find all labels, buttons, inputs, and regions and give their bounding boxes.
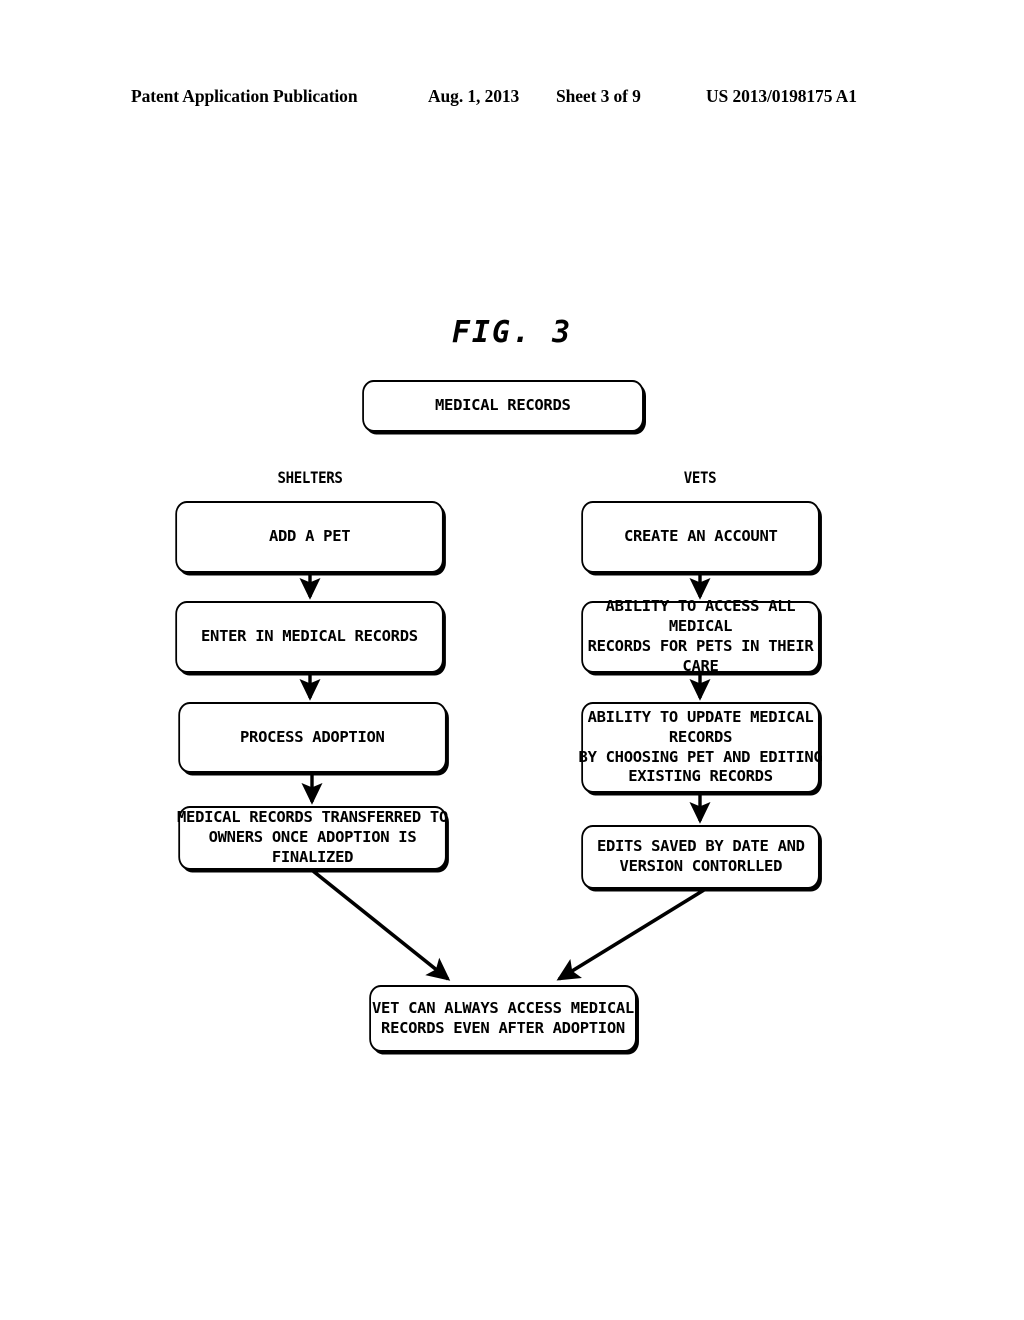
column-caption-vets: VETS: [683, 468, 717, 487]
node-ability-to-update-records[interactable]: ABILITY TO UPDATE MEDICAL RECORDS BY CHO…: [579, 702, 823, 793]
node-ability-to-access-records[interactable]: ABILITY TO ACCESS ALL MEDICAL RECORDS FO…: [581, 597, 820, 675]
node-process-adoption[interactable]: PROCESS ADOPTION: [178, 702, 447, 773]
node-label: ADD A PET: [268, 527, 351, 546]
node-label: CREATE AN ACCOUNT: [623, 527, 778, 546]
node-label: EDITS SAVED BY DATE AND VERSION CONTORLL…: [596, 837, 805, 875]
node-label: PROCESS ADOPTION: [240, 727, 385, 746]
flowchart-diagram: MEDICAL RECORDS SHELTERS VETS ADD A PET …: [0, 0, 1024, 1320]
node-label: ENTER IN MEDICAL RECORDS: [201, 627, 418, 646]
node-label: VET CAN ALWAYS ACCESS MEDICAL RECORDS EV…: [372, 998, 634, 1037]
flowchart-connectors: [299, 574, 711, 981]
node-medical-records-transferred[interactable]: MEDICAL RECORDS TRANSFERRED TO OWNERS ON…: [177, 806, 448, 870]
node-create-an-account[interactable]: CREATE AN ACCOUNT: [581, 501, 820, 573]
node-label: ABILITY TO ACCESS ALL MEDICAL RECORDS FO…: [587, 597, 814, 675]
node-label: MEDICAL RECORDS TRANSFERRED TO OWNERS ON…: [177, 808, 448, 866]
node-enter-in-medical-records[interactable]: ENTER IN MEDICAL RECORDS: [175, 601, 444, 673]
node-medical-records[interactable]: MEDICAL RECORDS: [362, 380, 644, 432]
column-caption-shelters: SHELTERS: [277, 468, 343, 487]
node-edits-saved-by-date[interactable]: EDITS SAVED BY DATE AND VERSION CONTORLL…: [581, 825, 820, 889]
node-add-a-pet[interactable]: ADD A PET: [175, 501, 444, 573]
node-label: ABILITY TO UPDATE MEDICAL RECORDS BY CHO…: [578, 707, 823, 786]
node-vet-can-always-access[interactable]: VET CAN ALWAYS ACCESS MEDICAL RECORDS EV…: [369, 985, 637, 1052]
node-label: MEDICAL RECORDS: [435, 396, 571, 415]
